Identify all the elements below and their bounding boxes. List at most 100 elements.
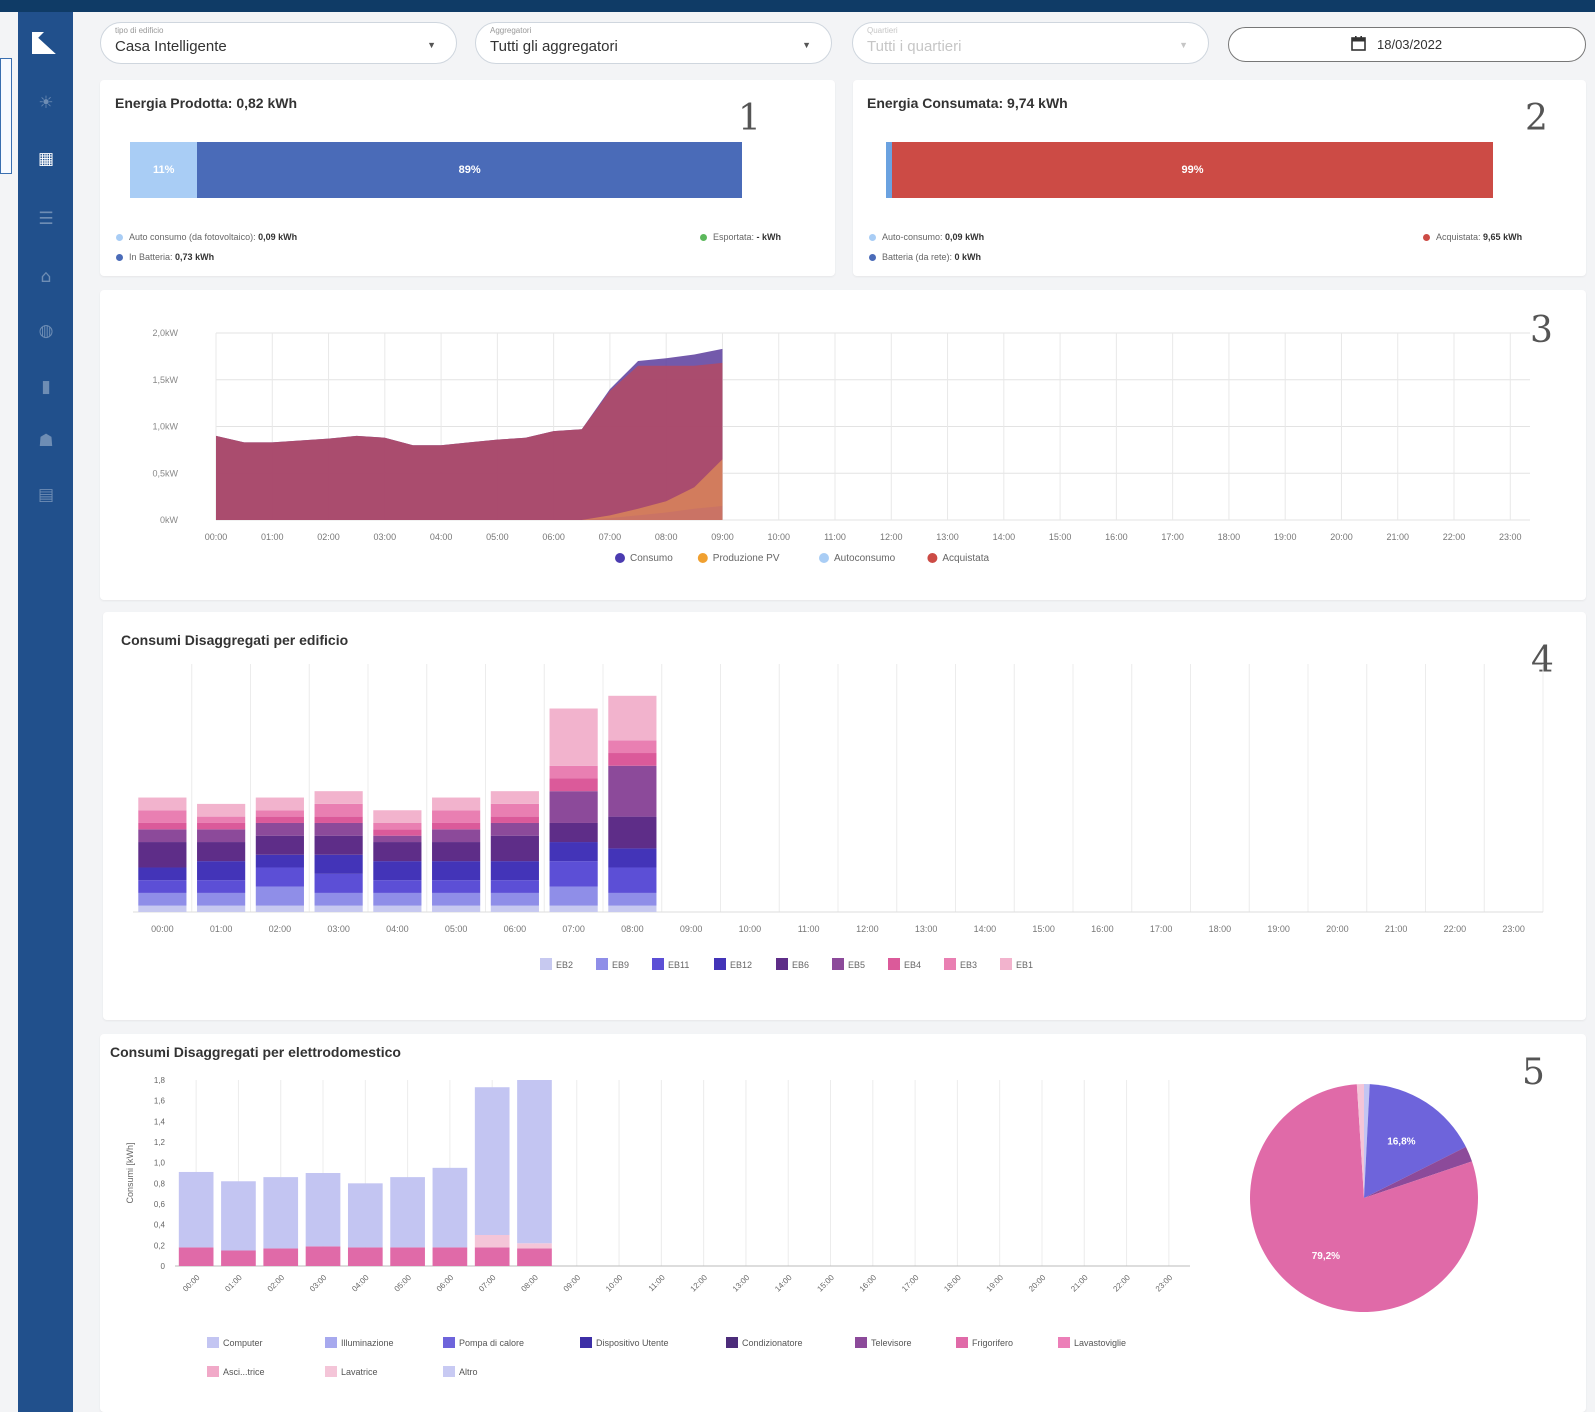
card-number: 1 [738,98,761,139]
x-tick-label: 19:00 [985,1273,1006,1294]
x-tick-label: 11:00 [647,1273,667,1293]
bar-segment [221,1181,256,1251]
y-tick-label: 1,5kW [152,375,178,385]
bar-segment [373,905,422,912]
x-tick-label: 17:00 [900,1273,921,1294]
bar-segment [263,1177,299,1249]
appliances-chart-card: Consumi Disaggregati per elettrodomestic… [100,1034,1586,1412]
x-tick-label: 14:00 [993,532,1016,542]
x-tick-label: 05:00 [445,924,468,934]
app-logo-icon[interactable] [26,26,64,60]
x-tick-label: 08:00 [655,532,678,542]
aggregators-label: Aggregatori [490,26,532,35]
legend-label: In Batteria: [129,252,173,262]
bar-segment [255,886,304,906]
legend-label: EB1 [1016,960,1033,970]
x-tick-label: 05:00 [486,532,509,542]
bar-segment [490,861,539,881]
bar-segment [347,1183,383,1248]
bar-segment [432,1167,468,1248]
districts-select[interactable]: Quartieri Tutti i quartieri ▼ [852,22,1209,64]
power-area-chart: 0kW 0,5kW 1,0kW 1,5kW 2,0kW 00:00 01:00 02:00 03… [152,328,1530,564]
bar-segment [517,1243,552,1249]
legend-label: Altro [459,1367,478,1377]
x-tick-label: 23:00 [1502,924,1525,934]
sidebar-item-building-icon[interactable]: ⌂ [35,266,57,288]
bar-segment [549,822,598,843]
districts-label: Quartieri [867,26,898,35]
y-tick-label: 1,8 [154,1076,166,1085]
legend-item: Computer [207,1337,263,1348]
buildings-chart-card: Consumi Disaggregati per edificio 4 00:0… [103,612,1586,1020]
bar-segment [517,1248,552,1266]
legend-value: 0,09 kWh [945,232,985,242]
produced-energy-title: Energia Prodotta: 0,82 kWh [115,95,298,111]
legend-label: EB2 [556,960,573,970]
legend-label: Produzione PV [713,553,780,564]
bar-segment [608,892,657,906]
bar-segment [138,905,187,912]
x-tick-label: 13:00 [915,924,938,934]
x-tick-label: 01:00 [210,924,233,934]
legend-self-consumption: Auto-consumo: 0,09 kWh [869,232,984,242]
bar-segment [517,1080,552,1244]
legend-item: Illuminazione [325,1337,394,1348]
sidebar-item-lightbulb-icon[interactable]: ☀ [35,92,57,114]
sidebar-item-document-icon[interactable]: ▤ [35,484,57,506]
x-tick-label: 06:00 [435,1273,456,1294]
legend-label: EB5 [848,960,865,970]
bar-segment [178,1247,214,1266]
sidebar-item-bar-chart-icon[interactable]: ▮ [35,376,57,398]
legend-label: Pompa di calore [459,1338,524,1348]
y-tick-label: 1,2 [154,1138,166,1147]
legend-swatch [325,1366,337,1377]
legend-dot [819,553,829,563]
sidebar-item-dashboard-icon[interactable]: ▦ [35,148,57,170]
legend-swatch [855,1337,867,1348]
bar-segment [373,822,422,830]
x-tick-label: 09:00 [680,924,703,934]
aggregators-select[interactable]: Aggregatori Tutti gli aggregatori ▼ [475,22,832,64]
x-tick-label: 13:00 [731,1273,752,1294]
legend-swatch [325,1337,337,1348]
legend-item: Dispositivo Utente [580,1337,669,1348]
x-tick-label: 13:00 [936,532,959,542]
y-tick-label: 0,6 [154,1200,166,1209]
sidebar-item-list-icon[interactable]: ☰ [35,208,57,230]
bar-segment [608,848,657,868]
legend-item: Consumo [615,553,673,564]
building-type-select[interactable]: tipo di edificio Casa Intelligente ▼ [100,22,457,64]
bar-segment [197,842,246,862]
x-tick-label: 22:00 [1443,532,1466,542]
legend-label: Consumo [630,553,673,564]
x-tick-label: 03:00 [308,1273,329,1294]
legend-self-consumption: Auto consumo (da fotovoltaico): 0,09 kWh [116,232,297,242]
x-tick-label: 12:00 [880,532,903,542]
bar-segment [549,842,598,862]
x-tick-label: 04:00 [350,1273,371,1294]
bar-segment [549,778,598,792]
x-tick-label: 07:00 [562,924,585,934]
legend-item: Condizionatore [726,1337,803,1348]
x-tick-label: 21:00 [1385,924,1408,934]
date-picker[interactable]: 18/03/2022 [1228,27,1586,62]
sidebar-item-users-icon[interactable]: ☗ [35,430,57,452]
card-number: 2 [1525,98,1548,139]
y-tick-label: 0,4 [154,1221,166,1230]
x-tick-label: 23:00 [1154,1273,1175,1294]
aggregators-value: Tutti gli aggregatori [490,38,618,55]
bar-segment [549,886,598,906]
sidebar-item-globe-icon[interactable]: ◍ [35,320,57,342]
x-tick-label: 12:00 [689,1273,710,1294]
legend-item: EB3 [944,958,977,970]
chevron-down-icon: ▼ [1179,40,1188,50]
appliances-stacked-bar-chart: 0 0,2 0,4 0,6 0,8 1,0 1,2 1,4 1,6 1,8 Consumi [kWh… [125,1076,1478,1377]
x-tick-label: 09:00 [711,532,734,542]
bar-segment [608,753,657,766]
bar-segment [608,695,657,741]
x-tick-label: 10:00 [739,924,762,934]
bar-segment [390,1177,425,1248]
bar-segment [314,892,363,906]
bar-segment [432,892,481,906]
pie-label: 79,2% [1312,1251,1340,1262]
